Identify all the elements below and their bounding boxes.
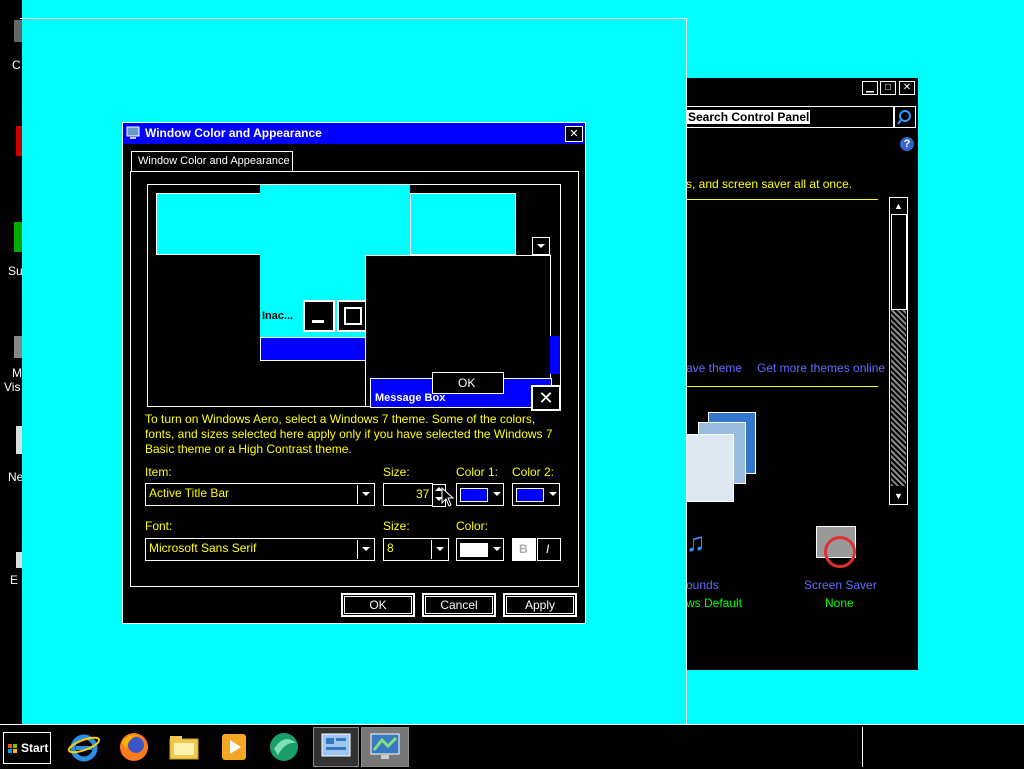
font-color-swatch [460,543,488,557]
taskbar: Start [0,724,1024,769]
font-label: Font: [145,519,173,533]
item-label: Item: [145,465,172,479]
help-icon[interactable]: ? [900,137,914,151]
italic-button[interactable]: I [537,538,561,561]
screen-saver-icon[interactable] [812,524,858,570]
chevron-down-icon[interactable] [357,540,373,559]
dialog-app-icon [126,126,140,140]
font-dropdown[interactable]: Microsoft Sans Serif [145,538,375,561]
sounds-label[interactable]: ounds [686,578,719,592]
bold-label: B [519,542,528,556]
cancel-button[interactable]: Cancel [422,593,496,617]
color2-picker[interactable] [512,483,560,506]
windows-logo-icon [8,743,18,753]
notification-area [862,727,1024,767]
scroll-up-button[interactable]: ▲ [890,198,907,214]
tab-window-color[interactable]: Window Color and Appearance [131,151,293,172]
preview-inactive-label: Inac... [262,310,294,322]
size-label: Size: [383,465,410,479]
ok-button[interactable]: OK [341,593,415,617]
preview-desktop-left [156,193,262,255]
preview-minimize-icon [303,300,335,332]
control-panel-window: ▁ □ ✕ Search Control Panel ? s, and scre… [686,78,918,670]
mouse-cursor-icon [441,486,455,510]
color1-picker[interactable] [456,483,504,506]
slideshow-icon[interactable] [686,412,756,504]
color1-label: Color 1: [456,465,499,479]
start-button[interactable]: Start [3,732,51,764]
italic-label: I [546,542,550,556]
desktop-icon-label: E [10,573,19,587]
description-text: s, and screen saver all at once. [686,177,853,191]
font-color-label: Color: [456,519,489,533]
screen-saver-value: None [825,596,854,610]
internet-explorer-icon[interactable] [66,729,102,765]
search-placeholder: Search Control Panel [687,110,811,124]
color1-swatch [460,488,488,502]
desktop-area: C Su M Vis Ne E [0,0,23,724]
maximize-button[interactable]: □ [880,81,896,95]
color2-label: Color 2: [512,465,555,479]
display-settings-icon[interactable] [361,727,409,767]
size-stepper[interactable]: 37 [383,483,446,507]
font-value: Microsoft Sans Serif [149,541,257,555]
font-size-dropdown[interactable]: 8 [383,538,449,561]
preview-ok-label: OK [458,376,476,390]
preview-active-window: Message Box ✕ OK [365,255,561,411]
scroll-down-button[interactable]: ▼ [890,488,907,504]
info-text: To turn on Windows Aero, select a Window… [145,412,553,456]
desktop-icon-label: Vis [4,380,21,394]
font-size-value: 8 [387,541,394,555]
control-panel-icon[interactable] [313,727,359,767]
chevron-down-icon[interactable] [431,540,447,559]
scrollbar-track[interactable] [891,310,906,486]
scrollbar[interactable]: ▲ ▼ [889,197,908,505]
firefox-icon[interactable] [116,729,152,765]
get-more-themes-link[interactable]: Get more themes online [757,361,885,375]
dialog-title: Window Color and Appearance [145,126,322,140]
font-color-picker[interactable] [456,538,504,561]
dialog-title-bar[interactable]: Window Color and Appearance ✕ [123,123,585,144]
divider [686,199,878,200]
minimize-button[interactable]: ▁ [862,81,878,95]
preview-ok-button: OK [432,372,504,394]
font-size-label: Size: [383,519,410,533]
preview-scroll-arrow [532,237,550,255]
start-label: Start [21,741,49,755]
sounds-value: ws Default [686,596,743,610]
color2-swatch [516,488,544,502]
save-theme-link[interactable]: ave theme [686,361,742,375]
search-icon[interactable] [894,106,916,128]
divider [686,386,878,387]
file-explorer-icon[interactable] [166,729,202,765]
window-color-appearance-dialog: Window Color and Appearance ✕ Window Col… [122,122,586,624]
tab-label: Window Color and Appearance [138,155,290,167]
scrollbar-thumb[interactable] [891,214,907,310]
size-value: 37 [416,487,430,501]
preview-close-icon: ✕ [531,385,561,411]
preview-desktop-right [410,193,516,255]
sounds-icon[interactable]: ♫ [686,524,722,560]
apply-button[interactable]: Apply [503,593,577,617]
screen-saver-label[interactable]: Screen Saver [804,578,877,592]
appearance-preview[interactable]: Inac... Message Box ✕ OK [147,184,561,411]
dialog-close-button[interactable]: ✕ [565,126,583,142]
media-player-icon[interactable] [216,729,252,765]
chevron-down-icon[interactable] [357,485,373,504]
search-input[interactable]: Search Control Panel [686,106,894,128]
close-button[interactable]: ✕ [899,81,915,95]
app-icon[interactable] [266,729,302,765]
item-dropdown[interactable]: Active Title Bar [145,483,375,506]
bold-button[interactable]: B [512,538,536,561]
item-value: Active Title Bar [149,486,230,500]
